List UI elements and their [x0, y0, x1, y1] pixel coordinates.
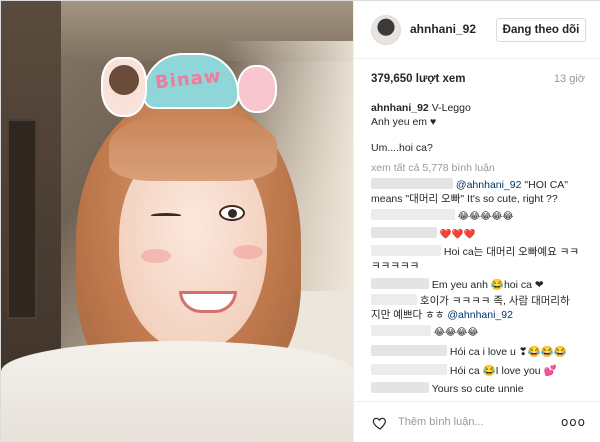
comment-item: Hói ca i love u ❣😂😂😂: [371, 345, 567, 359]
comment-text: 😂😂😂😂😂: [457, 211, 514, 222]
photo-blush-left: [141, 249, 171, 263]
post-header: ahnhani_92 Đang theo dõi: [354, 1, 600, 59]
like-heart-icon[interactable]: [372, 415, 388, 431]
comment-text: Hoi ca는 대머리 오빠예요 ㅋㅋ: [443, 246, 580, 258]
comment-text: "HOI CA": [524, 179, 569, 191]
caption-line-2: Anh yeu em ♥: [371, 116, 437, 128]
comment-item: 😂😂😂😂😂: [371, 209, 513, 224]
comment-username-blurred[interactable]: [371, 345, 447, 356]
comment-text: 지만 예쁘다 ㅎㅎ: [371, 309, 445, 321]
comment-text: Hói ca 😂I love you 💕: [449, 365, 557, 377]
photo-blush-right: [233, 245, 263, 259]
photo-door: [7, 119, 37, 319]
caption-text: V-Leggo: [431, 102, 471, 114]
avatar[interactable]: [371, 15, 401, 45]
headband-doll-right: [237, 65, 277, 113]
post-stats: 379,650 lượt xem 13 giờ: [371, 73, 585, 89]
comment-username-blurred[interactable]: [371, 364, 447, 375]
headband-doll-left: [101, 57, 147, 117]
comment-username-blurred[interactable]: [371, 325, 431, 336]
post-username[interactable]: ahnhani_92: [410, 22, 476, 36]
comment-bar: Thêm bình luận... ooo: [354, 401, 600, 442]
comment-text: Em yeu anh 😂hoi ca ❤: [431, 279, 544, 291]
comment-username-blurred[interactable]: [371, 245, 441, 256]
comment-item: 😂😂😂😂: [371, 325, 478, 340]
comment-username-blurred[interactable]: [371, 209, 455, 220]
following-button[interactable]: Đang theo dõi: [496, 18, 586, 42]
comment-continuation: means "대머리 오빠" It's so cute, right ??: [371, 193, 558, 205]
comment-username-blurred[interactable]: [371, 227, 437, 238]
photo-headband: Binaw: [101, 53, 281, 117]
view-count: 379,650 lượt xem: [371, 73, 466, 85]
comment-continuation: 지만 예쁘다 ㅎㅎ @ahnhani_92: [371, 308, 513, 322]
post-sidebar: ahnhani_92 Đang theo dõi 379,650 lượt xe…: [353, 1, 600, 442]
comment-item: Yours so cute unnie: [371, 382, 524, 396]
comment-text: Hói ca i love u ❣😂😂😂: [449, 346, 567, 358]
add-comment-input[interactable]: Thêm bình luận...: [398, 416, 484, 428]
comment-item: Hoi ca는 대머리 오빠예요 ㅋㅋ: [371, 245, 579, 259]
comment-text: Yours so cute unnie: [431, 383, 524, 395]
photo-shirt: [1, 341, 353, 442]
caption: ahnhani_92 V-Leggo: [371, 101, 471, 115]
comment-username-blurred[interactable]: [371, 382, 429, 393]
caption-line-3: Um....hoi ca?: [371, 142, 433, 154]
photo-eye-wink: [151, 213, 181, 218]
comment-text: 😂😂😂😂: [433, 327, 479, 338]
more-options-icon[interactable]: ooo: [561, 415, 586, 429]
photo-eye-open: [219, 205, 245, 221]
post-frame: Binaw ahnhani_92 Đang theo dõi 379,650 l…: [0, 0, 600, 442]
photo-bangs: [109, 111, 277, 181]
comment-item: ❤️❤️❤️: [371, 227, 475, 242]
view-all-comments-link[interactable]: xem tất cả 5,778 bình luận: [371, 161, 495, 175]
comment-item: Em yeu anh 😂hoi ca ❤: [371, 278, 544, 292]
comment-username-blurred[interactable]: [371, 294, 417, 305]
comment-username-blurred[interactable]: [371, 178, 453, 189]
comment-mention[interactable]: @ahnhani_92: [447, 309, 513, 321]
post-photo[interactable]: Binaw: [1, 1, 353, 442]
comment-continuation: ㅋㅋㅋㅋㅋ: [371, 260, 420, 272]
comment-mention[interactable]: @ahnhani_92: [456, 179, 522, 191]
caption-username[interactable]: ahnhani_92: [371, 102, 429, 114]
comment-item: @ahnhani_92 "HOI CA": [371, 178, 568, 192]
comment-item: 호이가 ㅋㅋㅋㅋ 족, 사람 대머리하: [371, 294, 570, 308]
comment-text: ❤️❤️❤️: [439, 229, 476, 240]
comment-item: Hói ca 😂I love you 💕: [371, 364, 557, 378]
comment-text: 호이가 ㅋㅋㅋㅋ 족, 사람 대머리하: [419, 295, 570, 307]
comment-username-blurred[interactable]: [371, 278, 429, 289]
post-time[interactable]: 13 giờ: [554, 73, 585, 85]
